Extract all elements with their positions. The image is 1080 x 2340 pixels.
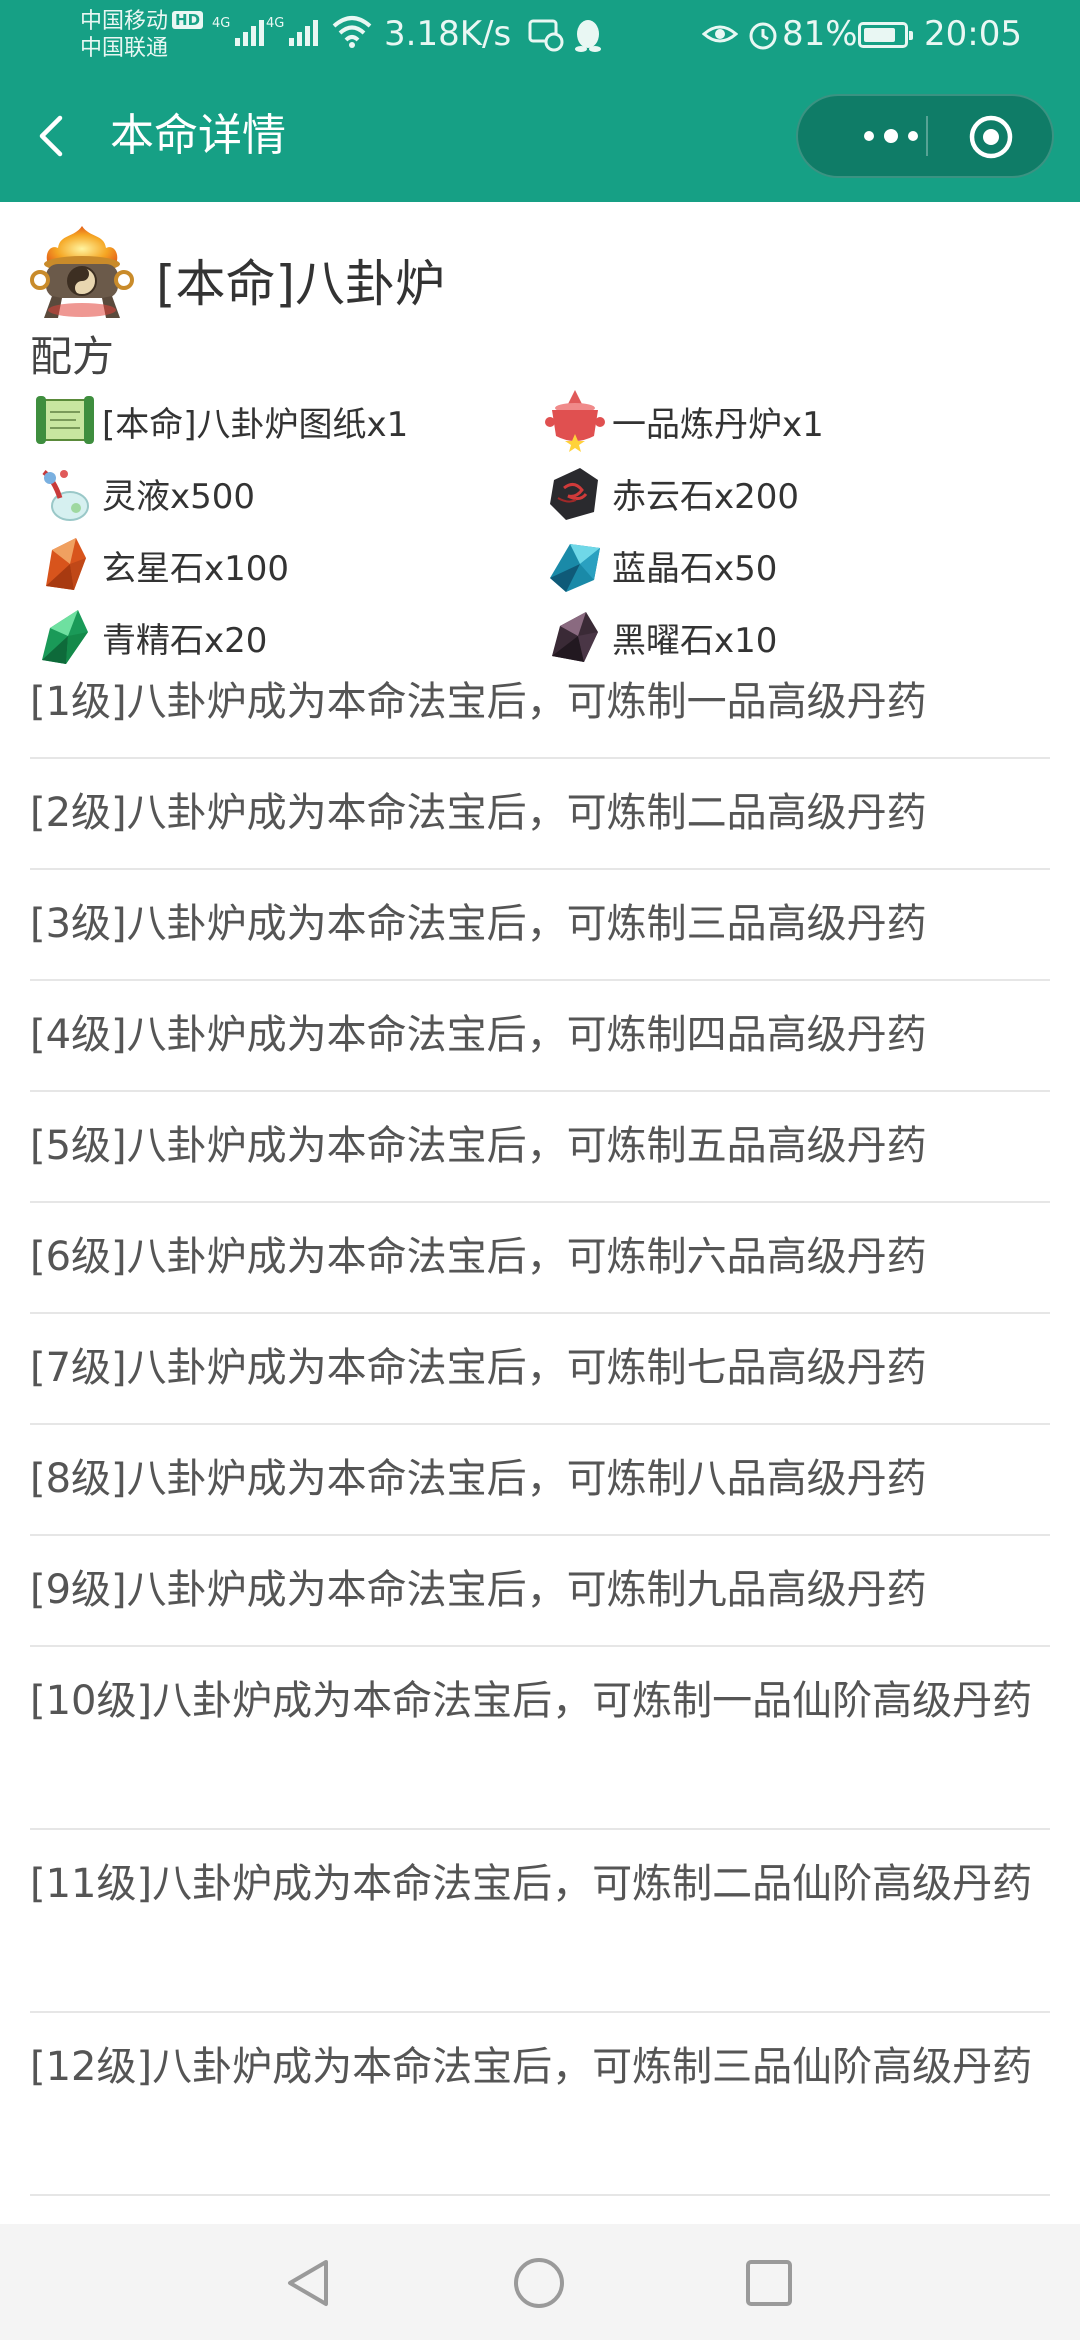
- status-bar: 中国移动 HD 中国联通 4G 4G 3.18K/s 81% 20:05: [0, 0, 1080, 70]
- level-item: [3级]八卦炉成为本命法宝后，可炼制三品高级丹药: [30, 870, 1050, 981]
- red-furnace-icon: [545, 390, 605, 452]
- level-item: [8级]八卦炉成为本命法宝后，可炼制八品高级丹药: [30, 1425, 1050, 1536]
- back-triangle-icon[interactable]: [282, 2256, 334, 2310]
- level-item: [9级]八卦炉成为本命法宝后，可炼制九品高级丹药: [30, 1536, 1050, 1647]
- level-item: [6级]八卦炉成为本命法宝后，可炼制六品高级丹药: [30, 1203, 1050, 1314]
- ingredient-label: 灵液x500: [102, 476, 256, 517]
- hd-badge-icon: HD: [172, 11, 204, 29]
- ingredient-label: 赤云石x200: [612, 476, 800, 517]
- ingredient-item: 一品炼丹炉x1: [540, 386, 824, 456]
- alarm-icon: [749, 22, 777, 50]
- capsule-divider: [926, 116, 928, 156]
- ingredient-item: 灵液x500: [30, 458, 255, 528]
- carrier-1: 中国移动: [80, 9, 169, 34]
- more-dots-icon[interactable]: [826, 96, 956, 176]
- level-item: [1级]八卦炉成为本命法宝后，可炼制一品高级丹药: [30, 648, 1050, 759]
- level-item: [12级]八卦炉成为本命法宝后，可炼制三品仙阶高级丹药: [30, 2013, 1050, 2196]
- bagua-furnace-icon: [30, 226, 134, 318]
- ingredient-label: 蓝晶石x50: [612, 548, 778, 589]
- back-arrow-icon[interactable]: [30, 112, 78, 160]
- signal-icon: 4G: [212, 16, 265, 46]
- system-navigation-bar: [0, 2224, 1080, 2340]
- message-icon: [528, 19, 564, 52]
- battery-icon: [858, 22, 913, 48]
- spirit-liquid-icon: [42, 470, 89, 521]
- clock: 20:05: [924, 14, 1022, 54]
- mini-program-capsule: [796, 94, 1054, 178]
- network-speed: 3.18K/s: [384, 14, 512, 54]
- recipe-label: 配方: [30, 332, 115, 381]
- ingredient-label: 一品炼丹炉x1: [612, 404, 824, 445]
- orange-crystal-icon: [46, 538, 86, 590]
- scroll-icon: [36, 396, 94, 444]
- item-title: [本命]八卦炉: [156, 255, 446, 313]
- qq-penguin-icon: [575, 20, 601, 52]
- level-item: [7级]八卦炉成为本命法宝后，可炼制七品高级丹药: [30, 1314, 1050, 1425]
- wifi-icon: [332, 16, 372, 48]
- home-circle-icon[interactable]: [512, 2256, 566, 2310]
- recents-square-icon[interactable]: [744, 2256, 794, 2310]
- close-target-icon[interactable]: [968, 114, 1014, 160]
- ingredient-item: 蓝晶石x50: [540, 530, 777, 600]
- carrier-2: 中国联通: [80, 36, 169, 61]
- blue-crystal-icon: [550, 544, 600, 592]
- ingredient-item: [本命]八卦炉图纸x1: [30, 386, 408, 456]
- level-item: [4级]八卦炉成为本命法宝后，可炼制四品高级丹药: [30, 981, 1050, 1092]
- level-item: [11级]八卦炉成为本命法宝后，可炼制二品仙阶高级丹药: [30, 1830, 1050, 2013]
- red-cloud-stone-icon: [550, 468, 598, 520]
- ingredient-item: 玄星石x100: [30, 530, 289, 600]
- battery-percentage: 81%: [782, 14, 858, 54]
- carrier-info: 中国移动 HD 中国联通: [80, 8, 204, 62]
- network-type-1: 4G: [212, 16, 231, 31]
- network-type-2: 4G: [266, 16, 285, 31]
- ingredient-label: [本命]八卦炉图纸x1: [102, 404, 409, 445]
- signal-icon: 4G: [266, 16, 319, 46]
- ingredient-label: 玄星石x100: [102, 548, 290, 589]
- level-item: [2级]八卦炉成为本命法宝后，可炼制二品高级丹药: [30, 759, 1050, 870]
- eye-icon: [702, 25, 738, 43]
- ingredient-item: 赤云石x200: [540, 458, 799, 528]
- level-item: [10级]八卦炉成为本命法宝后，可炼制一品仙阶高级丹药: [30, 1647, 1050, 1830]
- nav-bar: 本命详情: [0, 70, 1080, 202]
- level-item: [5级]八卦炉成为本命法宝后，可炼制五品高级丹药: [30, 1092, 1050, 1203]
- page-title: 本命详情: [110, 110, 286, 161]
